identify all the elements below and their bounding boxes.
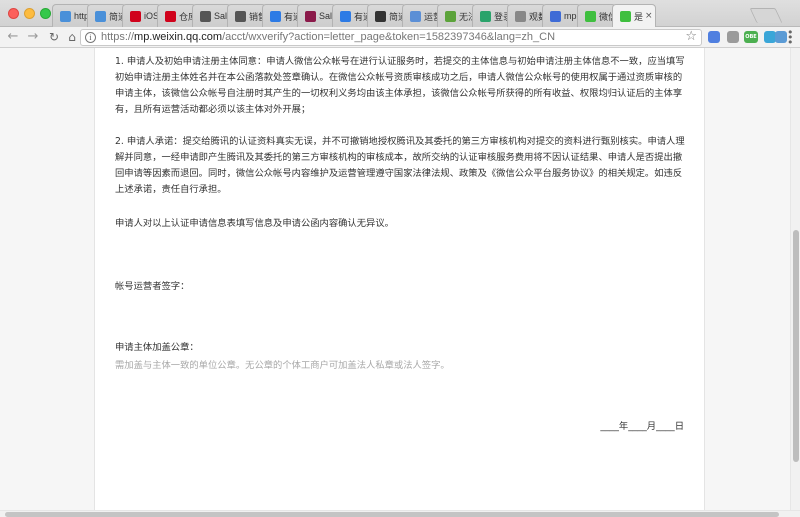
browser-tab[interactable]: 无法 — [437, 4, 476, 27]
wechat-icon — [620, 10, 631, 22]
letter-paragraph-2: 2. 申请人承诺：提交给腾讯的认证资料真实无误，并不可撤销地授权腾讯及其委托的第… — [115, 136, 685, 195]
puzzle-icon — [445, 10, 456, 22]
book-icon — [200, 10, 211, 22]
extension-gray-icon[interactable] — [727, 31, 739, 43]
tab-list: http 简道 iOS 仓库 Sal 销售 有道 Sale 有道 简道 运营 无法 登录 观数 mp. 微信是… — [52, 4, 656, 27]
browser-toolbar: ← → ↻ ⌂ i https://mp.weixin.qq.com/acct/… — [0, 27, 800, 48]
site-info-icon[interactable]: i — [85, 32, 96, 43]
seal-label: 申请主体加盖公章： — [115, 342, 199, 353]
browser-tab[interactable]: iOS — [122, 4, 161, 27]
doc-icon — [95, 10, 106, 22]
browser-tab[interactable]: Sal — [192, 4, 231, 27]
home-icon[interactable]: ⌂ — [63, 28, 81, 46]
octocat-icon — [375, 10, 386, 22]
operator-signature-label: 帐号运营者签字： — [115, 281, 190, 292]
youdao-icon — [340, 10, 351, 22]
letter-paragraph-3: 申请人对以上认证申请信息表填写信息及申请公函内容确认无异议。 — [115, 218, 394, 229]
book-icon — [235, 10, 246, 22]
browser-tab[interactable]: http — [52, 4, 91, 27]
extension-blue-icon[interactable] — [708, 31, 720, 43]
date-line: ____年____月____日 — [600, 421, 684, 432]
address-bar[interactable]: i https://mp.weixin.qq.com/acct/wxverify… — [80, 29, 702, 46]
new-tab-button[interactable] — [749, 8, 783, 23]
extension-green-label[interactable]: OBE — [744, 31, 758, 43]
letter-paragraph-1: 1. 申请人及初始申请注册主体同意：申请人微信公众帐号在进行认证服务时，若提交的… — [115, 56, 685, 115]
bookmark-star-icon[interactable]: ☆ — [685, 29, 697, 44]
browser-tab[interactable]: 简道 — [367, 4, 406, 27]
close-window-button[interactable] — [8, 8, 19, 19]
doc-icon — [515, 10, 526, 22]
url-domain: mp.weixin.qq.com — [134, 31, 223, 43]
letter-card: 1. 申请人及初始申请注册主体同意：申请人微信公众帐号在进行认证服务时，若提交的… — [94, 48, 705, 510]
extension-cart-icon[interactable] — [775, 31, 787, 43]
url-path: /acct/wxverify?action=letter_page&token=… — [222, 31, 556, 43]
s-icon — [305, 10, 316, 22]
browser-tab[interactable]: 观数 — [507, 4, 546, 27]
vertical-scroll-thumb[interactable] — [793, 230, 799, 462]
tab-strip: http 简道 iOS 仓库 Sal 销售 有道 Sale 有道 简道 运营 无法 登录 观数 mp. 微信是… — [0, 0, 800, 27]
browser-tab[interactable]: 仓库 — [157, 4, 196, 27]
browser-tab[interactable]: 有道 — [262, 4, 301, 27]
wechat-icon — [585, 10, 596, 22]
browser-tab[interactable]: 是 × — [612, 4, 656, 27]
c-icon — [165, 10, 176, 22]
doc-icon — [60, 10, 71, 22]
c-icon — [130, 10, 141, 22]
browser-tab[interactable]: 登录 — [472, 4, 511, 27]
browser-tab[interactable]: 销售 — [227, 4, 266, 27]
url-text[interactable]: https://mp.weixin.qq.com/acct/wxverify?a… — [101, 31, 555, 43]
menu-dots-icon[interactable]: • • • — [787, 27, 794, 48]
leaf-icon — [480, 10, 491, 22]
reload-icon[interactable]: ↻ — [45, 28, 63, 46]
vertical-scrollbar[interactable] — [790, 48, 800, 510]
browser-tab[interactable]: Sale — [297, 4, 336, 27]
browser-tab[interactable]: 有道 — [332, 4, 371, 27]
minimize-window-button[interactable] — [24, 8, 35, 19]
tab-title: Sal — [214, 11, 228, 21]
zoom-window-button[interactable] — [40, 8, 51, 19]
browser-tab[interactable]: 运营 — [402, 4, 441, 27]
doc-icon — [410, 10, 421, 22]
url-scheme: https:// — [101, 31, 135, 43]
browser-tab[interactable]: mp. — [542, 4, 581, 27]
youdao-icon — [270, 10, 281, 22]
back-arrow-icon[interactable]: ← — [4, 28, 22, 46]
page-viewport: 1. 申请人及初始申请注册主体同意：申请人微信公众帐号在进行认证服务时，若提交的… — [0, 48, 790, 510]
forward-arrow-icon[interactable]: → — [24, 28, 42, 46]
seal-note: 需加盖与主体一致的单位公章。无公章的个体工商户可加盖法人私章或法人签字。 — [115, 360, 450, 371]
tab-title: 是 — [634, 11, 644, 22]
horizontal-scroll-thumb[interactable] — [5, 512, 779, 517]
browser-tab[interactable]: 微信 — [577, 4, 616, 27]
browser-tab[interactable]: 简道 — [87, 4, 126, 27]
tab-close-icon[interactable]: × — [645, 11, 653, 21]
paw-icon — [550, 10, 561, 22]
horizontal-scrollbar[interactable] — [0, 510, 800, 517]
